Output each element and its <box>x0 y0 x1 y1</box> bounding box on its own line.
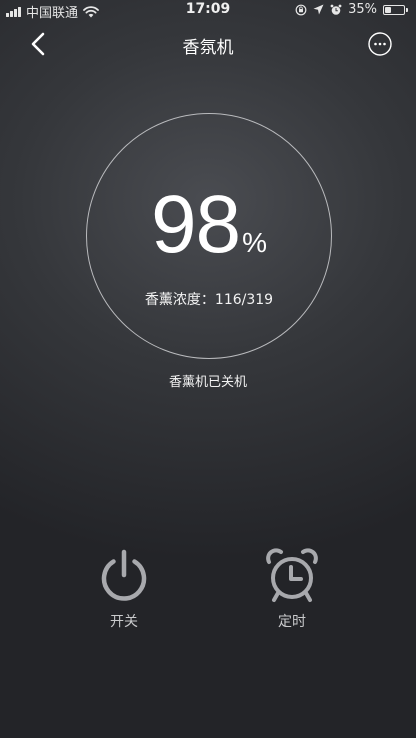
status-bar: 中国联通 17:09 35% <box>0 0 416 21</box>
alarm-icon <box>330 4 342 15</box>
device-status-text: 香薰机已关机 <box>168 375 247 390</box>
power-button[interactable]: 开关 <box>84 548 164 631</box>
power-icon <box>101 549 147 601</box>
location-icon <box>313 4 324 15</box>
more-dots-icon[interactable] <box>368 32 392 56</box>
status-right: 35% <box>295 2 408 17</box>
gauge-number: 98 <box>150 179 241 270</box>
concentration-readout: 香薰浓度：116/319 <box>87 289 331 309</box>
page-title: 香氛机 <box>182 38 234 58</box>
timer-label: 定时 <box>278 614 306 630</box>
gauge-value: 98% <box>87 184 331 266</box>
concentration-label: 香薰浓度： <box>144 292 215 308</box>
battery-percent: 35% <box>348 2 377 17</box>
gauge-unit: % <box>242 227 268 258</box>
power-label: 开关 <box>110 614 138 630</box>
rotation-lock-icon <box>295 4 307 15</box>
timer-button[interactable]: 定时 <box>252 548 332 631</box>
concentration-gauge: 98% 香薰浓度：116/319 <box>86 113 332 359</box>
concentration-value: 116/319 <box>214 292 274 308</box>
nav-bar: 香氛机 <box>0 20 416 68</box>
alarm-clock-icon <box>266 548 318 602</box>
battery-icon <box>383 4 408 15</box>
